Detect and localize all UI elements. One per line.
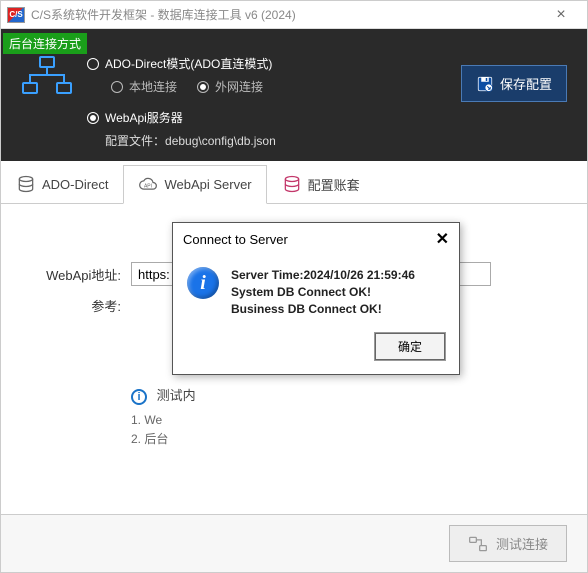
- connection-icon: [468, 535, 488, 553]
- config-file-line: 配置文件：debug\config\db.json: [105, 132, 571, 149]
- save-config-button[interactable]: 保存配置: [461, 65, 567, 102]
- info-dialog-icon: i: [187, 267, 219, 299]
- tab-label: WebApi Server: [164, 177, 251, 192]
- notice-line: 1. We: [131, 411, 557, 430]
- panel-tag: 后台连接方式: [3, 33, 87, 54]
- test-button-label: 测试连接: [496, 534, 548, 553]
- save-button-label: 保存配置: [500, 74, 552, 93]
- info-icon: i: [131, 389, 147, 405]
- app-logo-icon: C/S: [7, 7, 25, 23]
- tab-label: ADO-Direct: [42, 177, 108, 192]
- database-icon: [16, 174, 36, 194]
- titlebar: C/S C/S系统软件开发框架 - 数据库连接工具 v6 (2024) ×: [1, 1, 587, 29]
- dialog-message: Server Time:2024/10/26 21:59:46 System D…: [231, 267, 415, 317]
- window-title: C/S系统软件开发框架 - 数据库连接工具 v6 (2024): [31, 6, 541, 23]
- radio-icon: [87, 112, 99, 124]
- reference-label: 参考:: [31, 296, 121, 315]
- radio-icon: [111, 81, 123, 93]
- dialog-title: Connect to Server: [183, 232, 288, 247]
- tab-webapi-server[interactable]: API WebApi Server: [123, 165, 266, 204]
- test-connection-button[interactable]: 测试连接: [449, 525, 567, 562]
- window-close-button[interactable]: ×: [541, 6, 581, 24]
- svg-text:API: API: [144, 183, 152, 189]
- network-icon: [17, 55, 77, 99]
- radio-external-connect[interactable]: 外网连接: [197, 78, 263, 95]
- dialog-ok-button[interactable]: 确定: [375, 333, 445, 360]
- radio-label: WebApi服务器: [105, 109, 183, 126]
- notice-line: 2. 后台: [131, 430, 557, 449]
- notice-block: i 测试内 1. We 2. 后台: [131, 385, 557, 449]
- save-icon: [476, 75, 494, 93]
- radio-local-connect[interactable]: 本地连接: [111, 78, 177, 95]
- tab-config-account[interactable]: 配置账套: [267, 165, 375, 203]
- connect-dialog: Connect to Server ✕ i Server Time:2024/1…: [172, 222, 460, 375]
- database-config-icon: [282, 174, 302, 194]
- radio-icon: [87, 58, 99, 70]
- footer-bar: 测试连接: [1, 514, 587, 572]
- tab-label: 配置账套: [308, 175, 360, 194]
- radio-label: 外网连接: [215, 78, 263, 95]
- radio-label: ADO-Direct模式(ADO直连模式): [105, 55, 272, 72]
- notice-title: 测试内: [157, 388, 196, 403]
- radio-icon: [197, 81, 209, 93]
- tab-ado-direct[interactable]: ADO-Direct: [1, 165, 123, 203]
- dialog-titlebar: Connect to Server ✕: [173, 223, 459, 255]
- connection-mode-panel: 后台连接方式 ADO-Direct模式(ADO直连模式): [1, 29, 587, 161]
- tab-bar: ADO-Direct API WebApi Server 配置账套: [1, 165, 587, 204]
- dialog-close-button[interactable]: ✕: [436, 229, 449, 249]
- webapi-url-label: WebApi地址:: [31, 265, 121, 284]
- radio-webapi-server[interactable]: WebApi服务器: [87, 109, 571, 126]
- radio-label: 本地连接: [129, 78, 177, 95]
- api-cloud-icon: API: [138, 175, 158, 195]
